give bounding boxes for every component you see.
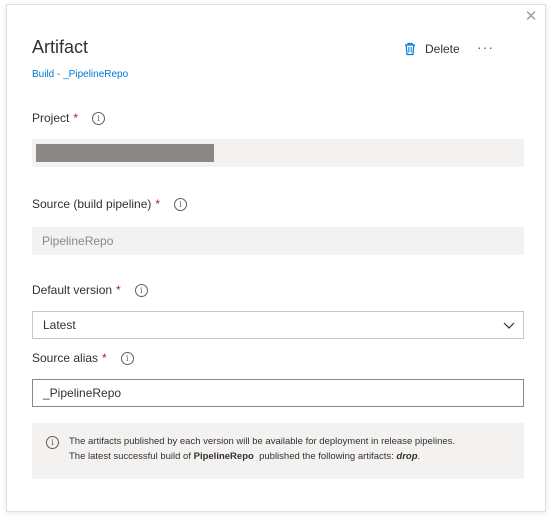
redacted-project-value: [36, 144, 214, 162]
required-marker: *: [155, 197, 161, 211]
project-label-row: Project * i: [32, 111, 106, 125]
info-icon[interactable]: i: [120, 351, 134, 365]
note-line-2: The latest successful build of PipelineR…: [69, 451, 421, 462]
source-alias-label: Source alias: [32, 351, 99, 365]
artifact-name: drop: [396, 451, 418, 462]
default-version-value: Latest: [43, 318, 76, 332]
default-version-label: Default version: [32, 283, 113, 297]
more-options-icon[interactable]: ···: [477, 39, 494, 55]
source-label-row: Source (build pipeline) * i: [32, 197, 188, 211]
required-marker: *: [73, 111, 79, 125]
info-icon[interactable]: i: [134, 283, 148, 297]
panel-title: Artifact: [32, 37, 89, 57]
delete-label: Delete: [425, 42, 460, 56]
required-marker: *: [116, 283, 121, 297]
note-line-1: The artifacts published by each version …: [69, 436, 456, 447]
delete-button[interactable]: Delete: [403, 40, 460, 58]
info-note: i The artifacts published by each versio…: [32, 423, 524, 479]
project-label: Project: [32, 111, 70, 125]
default-version-label-row: Default version * i: [32, 283, 148, 297]
note-text: The artifacts published by each version …: [69, 434, 455, 464]
info-icon[interactable]: i: [92, 111, 106, 125]
source-value: PipelineRepo: [42, 234, 114, 248]
source-alias-input[interactable]: _PipelineRepo: [32, 379, 524, 407]
panel-subtitle: Build - _PipelineRepo: [32, 69, 129, 80]
info-icon[interactable]: i: [174, 197, 188, 211]
source-field: PipelineRepo: [32, 227, 524, 255]
default-version-dropdown[interactable]: Latest: [32, 311, 524, 339]
info-icon: i: [46, 436, 59, 449]
artifact-panel: ✕ Artifact Build - _PipelineRepo Delete …: [6, 4, 546, 512]
project-field: [32, 139, 524, 167]
chevron-down-icon: [503, 322, 515, 329]
trash-icon: [405, 42, 415, 56]
required-marker: *: [102, 351, 107, 365]
source-alias-value: _PipelineRepo: [43, 386, 122, 400]
close-icon[interactable]: ✕: [523, 9, 539, 25]
source-label: Source (build pipeline): [32, 197, 152, 211]
pipeline-name: PipelineRepo: [193, 451, 254, 462]
source-alias-label-row: Source alias * i: [32, 351, 134, 365]
